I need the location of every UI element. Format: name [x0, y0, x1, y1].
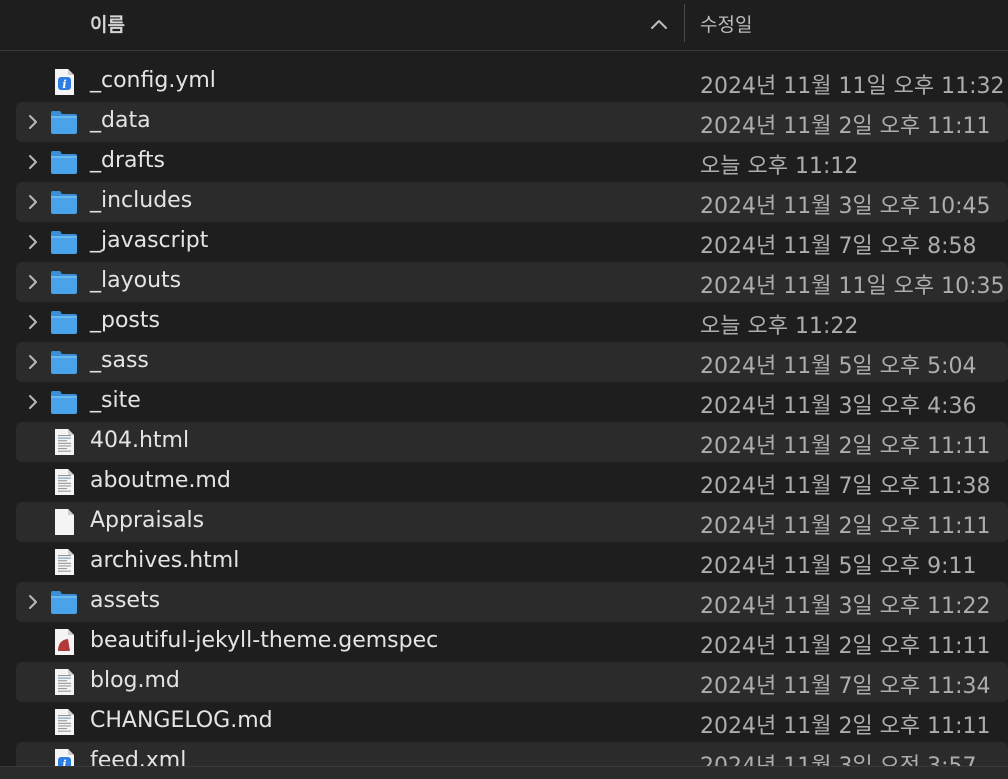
- file-list: i _config.yml 2024년 11월 11일 오후 11:32 _data 2…: [0, 62, 1008, 778]
- disclosure-chevron-icon[interactable]: [26, 193, 40, 211]
- file-row[interactable]: aboutme.md 2024년 11월 7일 오후 11:38: [16, 462, 1008, 502]
- file-date-modified: 2024년 11월 7일 오후 11:38: [700, 474, 991, 499]
- file-row[interactable]: _site 2024년 11월 3일 오후 4:36: [16, 382, 1008, 422]
- file-date-modified: 2024년 11월 2일 오후 11:11: [700, 114, 991, 139]
- file-date-modified: 오늘 오후 11:22: [700, 314, 859, 339]
- disclosure-chevron-icon[interactable]: [26, 153, 40, 171]
- file-name[interactable]: _layouts: [90, 268, 181, 293]
- text-document-icon: [49, 467, 79, 497]
- folder-icon: [49, 347, 79, 377]
- file-row[interactable]: assets 2024년 11월 3일 오후 11:22: [16, 582, 1008, 622]
- file-name[interactable]: 404.html: [90, 428, 189, 453]
- text-document-icon: [49, 667, 79, 697]
- file-name[interactable]: aboutme.md: [90, 468, 231, 493]
- file-row[interactable]: Appraisals 2024년 11월 2일 오후 11:11: [16, 502, 1008, 542]
- file-date-modified: 2024년 11월 2일 오후 11:11: [700, 434, 991, 459]
- file-name[interactable]: blog.md: [90, 668, 180, 693]
- folder-icon: [49, 147, 79, 177]
- file-name[interactable]: _javascript: [90, 228, 208, 253]
- file-name[interactable]: _sass: [90, 348, 149, 373]
- folder-icon: [49, 387, 79, 417]
- ruby-file-icon: [49, 627, 79, 657]
- disclosure-chevron-icon[interactable]: [26, 233, 40, 251]
- folder-icon: [49, 187, 79, 217]
- file-row[interactable]: i _config.yml 2024년 11월 11일 오후 11:32: [16, 62, 1008, 102]
- text-document-icon: [49, 547, 79, 577]
- file-name[interactable]: _data: [90, 108, 151, 133]
- disclosure-chevron-icon[interactable]: [26, 313, 40, 331]
- folder-icon: [49, 107, 79, 137]
- file-date-modified: 2024년 11월 11일 오후 11:32: [700, 74, 1005, 99]
- disclosure-chevron-icon[interactable]: [26, 273, 40, 291]
- blank-document-icon: [49, 507, 79, 537]
- file-row[interactable]: beautiful-jekyll-theme.gemspec 2024년 11월 …: [16, 622, 1008, 662]
- file-date-modified: 2024년 11월 11일 오후 10:35: [700, 274, 1005, 299]
- file-name[interactable]: _site: [90, 388, 141, 413]
- file-row[interactable]: _posts 오늘 오후 11:22: [16, 302, 1008, 342]
- text-document-icon: [49, 427, 79, 457]
- disclosure-chevron-icon[interactable]: [26, 113, 40, 131]
- bottom-status-bar: [0, 766, 1008, 779]
- folder-icon: [49, 267, 79, 297]
- name-column-header[interactable]: 이름: [90, 10, 125, 37]
- file-date-modified: 2024년 11월 3일 오후 4:36: [700, 394, 977, 419]
- file-date-modified: 2024년 11월 2일 오후 11:11: [700, 714, 991, 739]
- file-name[interactable]: CHANGELOG.md: [90, 708, 273, 733]
- file-row[interactable]: _sass 2024년 11월 5일 오후 5:04: [16, 342, 1008, 382]
- sort-ascending-chevron-icon[interactable]: [648, 14, 670, 34]
- file-date-modified: 2024년 11월 5일 오후 9:11: [700, 554, 977, 579]
- file-name[interactable]: archives.html: [90, 548, 239, 573]
- column-divider[interactable]: [684, 4, 685, 42]
- file-name[interactable]: _posts: [90, 308, 160, 333]
- file-date-modified: 2024년 11월 3일 오후 10:45: [700, 194, 991, 219]
- file-row[interactable]: _includes 2024년 11월 3일 오후 10:45: [16, 182, 1008, 222]
- yml-file-icon: i: [49, 67, 79, 97]
- file-row[interactable]: _data 2024년 11월 2일 오후 11:11: [16, 102, 1008, 142]
- file-row[interactable]: CHANGELOG.md 2024년 11월 2일 오후 11:11: [16, 702, 1008, 742]
- file-row[interactable]: _layouts 2024년 11월 11일 오후 10:35: [16, 262, 1008, 302]
- file-name[interactable]: assets: [90, 588, 160, 613]
- disclosure-chevron-icon[interactable]: [26, 353, 40, 371]
- file-date-modified: 2024년 11월 3일 오후 11:22: [700, 594, 991, 619]
- file-row[interactable]: blog.md 2024년 11월 7일 오후 11:34: [16, 662, 1008, 702]
- file-name[interactable]: Appraisals: [90, 508, 204, 533]
- disclosure-chevron-icon[interactable]: [26, 593, 40, 611]
- file-name[interactable]: _drafts: [90, 148, 165, 173]
- disclosure-chevron-icon[interactable]: [26, 393, 40, 411]
- file-row[interactable]: 404.html 2024년 11월 2일 오후 11:11: [16, 422, 1008, 462]
- file-row[interactable]: _javascript 2024년 11월 7일 오후 8:58: [16, 222, 1008, 262]
- date-modified-column-header[interactable]: 수정일: [700, 10, 752, 37]
- file-row[interactable]: _drafts 오늘 오후 11:12: [16, 142, 1008, 182]
- folder-icon: [49, 307, 79, 337]
- file-row[interactable]: archives.html 2024년 11월 5일 오후 9:11: [16, 542, 1008, 582]
- file-date-modified: 2024년 11월 2일 오후 11:11: [700, 634, 991, 659]
- file-date-modified: 2024년 11월 5일 오후 5:04: [700, 354, 977, 379]
- svg-text:i: i: [62, 78, 66, 91]
- file-name[interactable]: _config.yml: [90, 68, 216, 93]
- column-header-bar: 이름 수정일: [0, 0, 1008, 51]
- file-date-modified: 2024년 11월 2일 오후 11:11: [700, 514, 991, 539]
- file-name[interactable]: beautiful-jekyll-theme.gemspec: [90, 628, 438, 653]
- file-name[interactable]: _includes: [90, 188, 192, 213]
- folder-icon: [49, 587, 79, 617]
- file-date-modified: 2024년 11월 7일 오후 11:34: [700, 674, 991, 699]
- text-document-icon: [49, 707, 79, 737]
- file-date-modified: 2024년 11월 7일 오후 8:58: [700, 234, 977, 259]
- folder-icon: [49, 227, 79, 257]
- file-date-modified: 오늘 오후 11:12: [700, 154, 859, 179]
